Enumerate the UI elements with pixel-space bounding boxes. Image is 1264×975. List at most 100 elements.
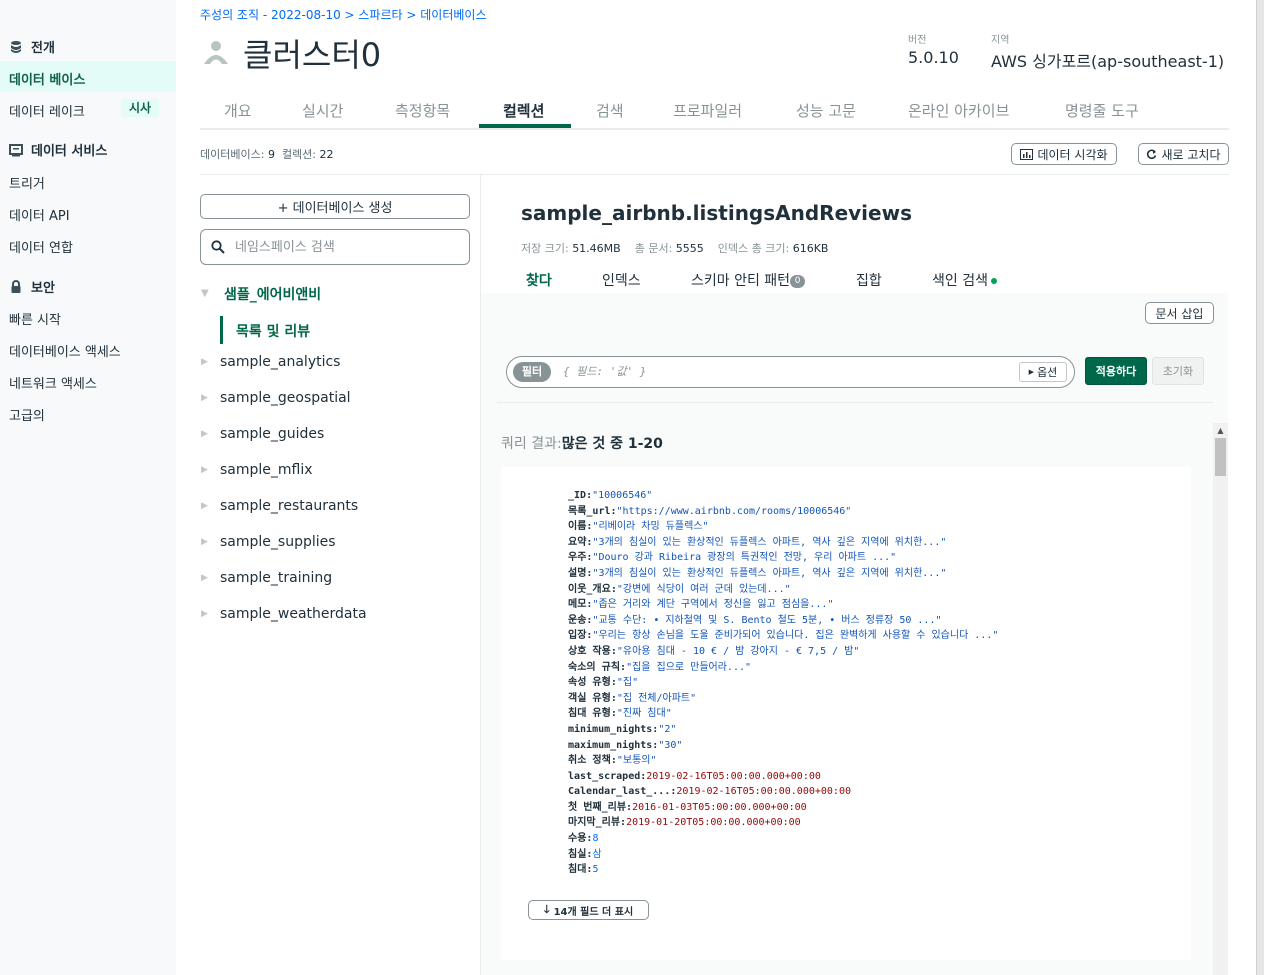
version-value: 5.0.10	[908, 48, 959, 67]
caret-right-icon[interactable]: ▶	[201, 537, 208, 547]
window-corner	[1229, 0, 1257, 8]
tab-overview[interactable]: 개요	[224, 100, 252, 121]
sidebar-item-database-access[interactable]: 데이터베이스 액세스	[9, 341, 121, 360]
tab-performance-advisor[interactable]: 성능 고문	[796, 100, 856, 121]
database-item[interactable]: sample_guides	[220, 426, 324, 442]
caret-right-icon[interactable]: ▶	[201, 465, 208, 475]
document-field: minimum_nights:"2"	[568, 722, 998, 738]
document-field: 객실 유형:"집 전체/아파트"	[568, 691, 998, 707]
field-key: 이웃_개요	[568, 583, 611, 595]
tab-find[interactable]: 찾다	[526, 270, 552, 290]
sidebar-item-data-lake[interactable]: 데이터 레이크	[9, 101, 85, 120]
tab-aggregation[interactable]: 집합	[856, 270, 882, 290]
caret-right-icon[interactable]: ▶	[201, 393, 208, 403]
sidebar-item-advanced[interactable]: 고급의	[9, 405, 45, 424]
field-value: "집 전체/아파트"	[616, 692, 697, 704]
scrollbar-thumb[interactable]	[1215, 438, 1226, 476]
database-item[interactable]: sample_mflix	[220, 462, 313, 478]
field-value: "교통 수단: • 지하철역 및 S. Bento 철도 5분, • 버스 정류…	[592, 614, 942, 626]
field-key: 마지막_리뷰	[568, 817, 621, 829]
apply-button[interactable]: 적용하다	[1085, 357, 1147, 385]
cluster-tabs: 개요 실시간 측정항목 컬렉션 검색 프로파일러 성능 고문 온라인 아카이브 …	[200, 90, 1229, 130]
document-field: 입장:"우리는 항상 손님을 도울 준비가되어 있습니다. 집은 완벽하게 사용…	[568, 628, 998, 644]
caret-right-icon: ▶	[1028, 368, 1035, 376]
field-key: 우주	[568, 552, 587, 564]
tab-command-line-tools[interactable]: 명령줄 도구	[1065, 100, 1139, 121]
tab-schema-anti-patterns[interactable]: 스키마 안티 패턴 0	[691, 270, 806, 290]
query-result-summary: 쿼리 결과:많은 것 중 1-20	[501, 436, 663, 452]
field-value: "유아용 침대 - 10 € / 밤 강아지 - € 7,5 / 밤"	[616, 645, 860, 657]
filter-input[interactable]	[561, 364, 965, 379]
namespace-search-input[interactable]	[233, 238, 457, 256]
database-item[interactable]: sample_geospatial	[220, 390, 351, 406]
sidebar-item-database[interactable]: 데이터 베이스	[0, 61, 176, 92]
tab-search[interactable]: 검색	[596, 100, 624, 121]
preview-badge: 시사	[121, 99, 159, 117]
sidebar-item-data-api[interactable]: 데이터 API	[9, 205, 70, 224]
namespace-search[interactable]	[200, 229, 470, 265]
active-tab-indicator	[479, 124, 571, 128]
field-value: "우리는 항상 손님을 도울 준비가되어 있습니다. 집은 완벽하게 사용할 수…	[592, 630, 999, 642]
field-key: last_scraped	[568, 770, 641, 782]
sidebar-item-quickstart[interactable]: 빠른 시작	[9, 309, 61, 328]
collection-stats: 저장 크기: 51.46MB 총 문서: 5555 인덱스 총 크기: 616K…	[521, 242, 829, 255]
database-item[interactable]: sample_restaurants	[220, 498, 358, 514]
caret-down-icon[interactable]: ▼	[201, 288, 209, 299]
filter-bar: 필터 ▶ 옵션	[506, 356, 1075, 388]
caret-right-icon[interactable]: ▶	[201, 501, 208, 511]
field-value: "30"	[658, 739, 683, 751]
tab-online-archive[interactable]: 온라인 아카이브	[908, 100, 1009, 121]
create-database-button[interactable]: + 데이터베이스 생성	[200, 194, 470, 219]
database-item[interactable]: sample_weatherdata	[220, 606, 367, 622]
field-key: 객실 유형	[568, 692, 611, 704]
status-dot-icon	[990, 278, 997, 284]
field-key: 이름	[568, 521, 587, 533]
field-key: 취소 정책	[568, 755, 611, 767]
options-button[interactable]: ▶ 옵션	[1019, 362, 1067, 382]
database-item[interactable]: sample_analytics	[220, 354, 340, 370]
caret-right-icon[interactable]: ▶	[201, 573, 208, 583]
tab-profiler[interactable]: 프로파일러	[673, 100, 742, 121]
field-value: 삼	[592, 848, 602, 860]
cluster-icon	[204, 41, 228, 64]
collection-title: sample_airbnb.listingsAndReviews	[521, 201, 912, 225]
insert-document-button[interactable]: 문서 삽입	[1145, 302, 1214, 324]
field-value: "집"	[616, 677, 639, 689]
tab-search-indexes[interactable]: 색인 검색	[932, 270, 997, 290]
tab-realtime[interactable]: 실시간	[302, 100, 343, 121]
header-divider	[200, 174, 1229, 175]
document-field: 첫 번째_리뷰:2016-01-03T05:00:00.000+00:00	[568, 800, 998, 816]
refresh-icon	[1147, 149, 1157, 159]
arrow-down-icon: 🡓	[543, 902, 550, 916]
sidebar-item-data-federation[interactable]: 데이터 연합	[9, 237, 73, 256]
tab-metrics[interactable]: 측정항목	[395, 100, 450, 121]
field-key: 목록_url	[568, 505, 611, 517]
visualize-data-button[interactable]: 데이터 시각화	[1011, 143, 1117, 165]
tab-indexes[interactable]: 인덱스	[602, 270, 641, 290]
caret-right-icon[interactable]: ▶	[201, 609, 208, 619]
scrollbar[interactable]	[1213, 423, 1228, 975]
show-more-fields-button[interactable]: 🡓 14개 필드 더 표시	[528, 900, 649, 920]
sidebar-item-triggers[interactable]: 트리거	[9, 173, 45, 192]
breadcrumb[interactable]: 주성의 조직 - 2022-08-10 > 스파르타 > 데이터베이스	[200, 6, 486, 23]
database-item-selected[interactable]: 샘플_에어비앤비	[224, 284, 321, 304]
database-item[interactable]: sample_training	[220, 570, 332, 586]
scroll-up-arrow-icon[interactable]: ▲	[1213, 423, 1228, 438]
caret-right-icon[interactable]: ▶	[201, 357, 208, 367]
reset-button[interactable]: 초기화	[1152, 357, 1204, 385]
sidebar-item-network-access[interactable]: 네트워크 액세스	[9, 373, 97, 392]
region-value: AWS 싱가포르(ap-southeast-1)	[991, 52, 1225, 71]
region-label: 지역	[991, 35, 1010, 46]
tab-collections[interactable]: 컬렉션	[503, 100, 544, 121]
caret-right-icon[interactable]: ▶	[201, 429, 208, 439]
collection-item-selected[interactable]: 목록 및 리뷰	[236, 321, 310, 341]
field-value: 8	[592, 833, 599, 845]
document-field: 이름:"리베이라 차밍 듀플렉스"	[568, 519, 998, 535]
field-value: "10006546"	[592, 490, 653, 501]
document-field: 취소 정책:"보통의"	[568, 753, 998, 769]
field-key: 속성 유형	[568, 677, 611, 689]
field-key: 설명	[568, 567, 587, 579]
database-item[interactable]: sample_supplies	[220, 534, 336, 550]
field-key: 수용	[568, 833, 587, 845]
refresh-button[interactable]: 새로 고치다	[1138, 143, 1229, 165]
